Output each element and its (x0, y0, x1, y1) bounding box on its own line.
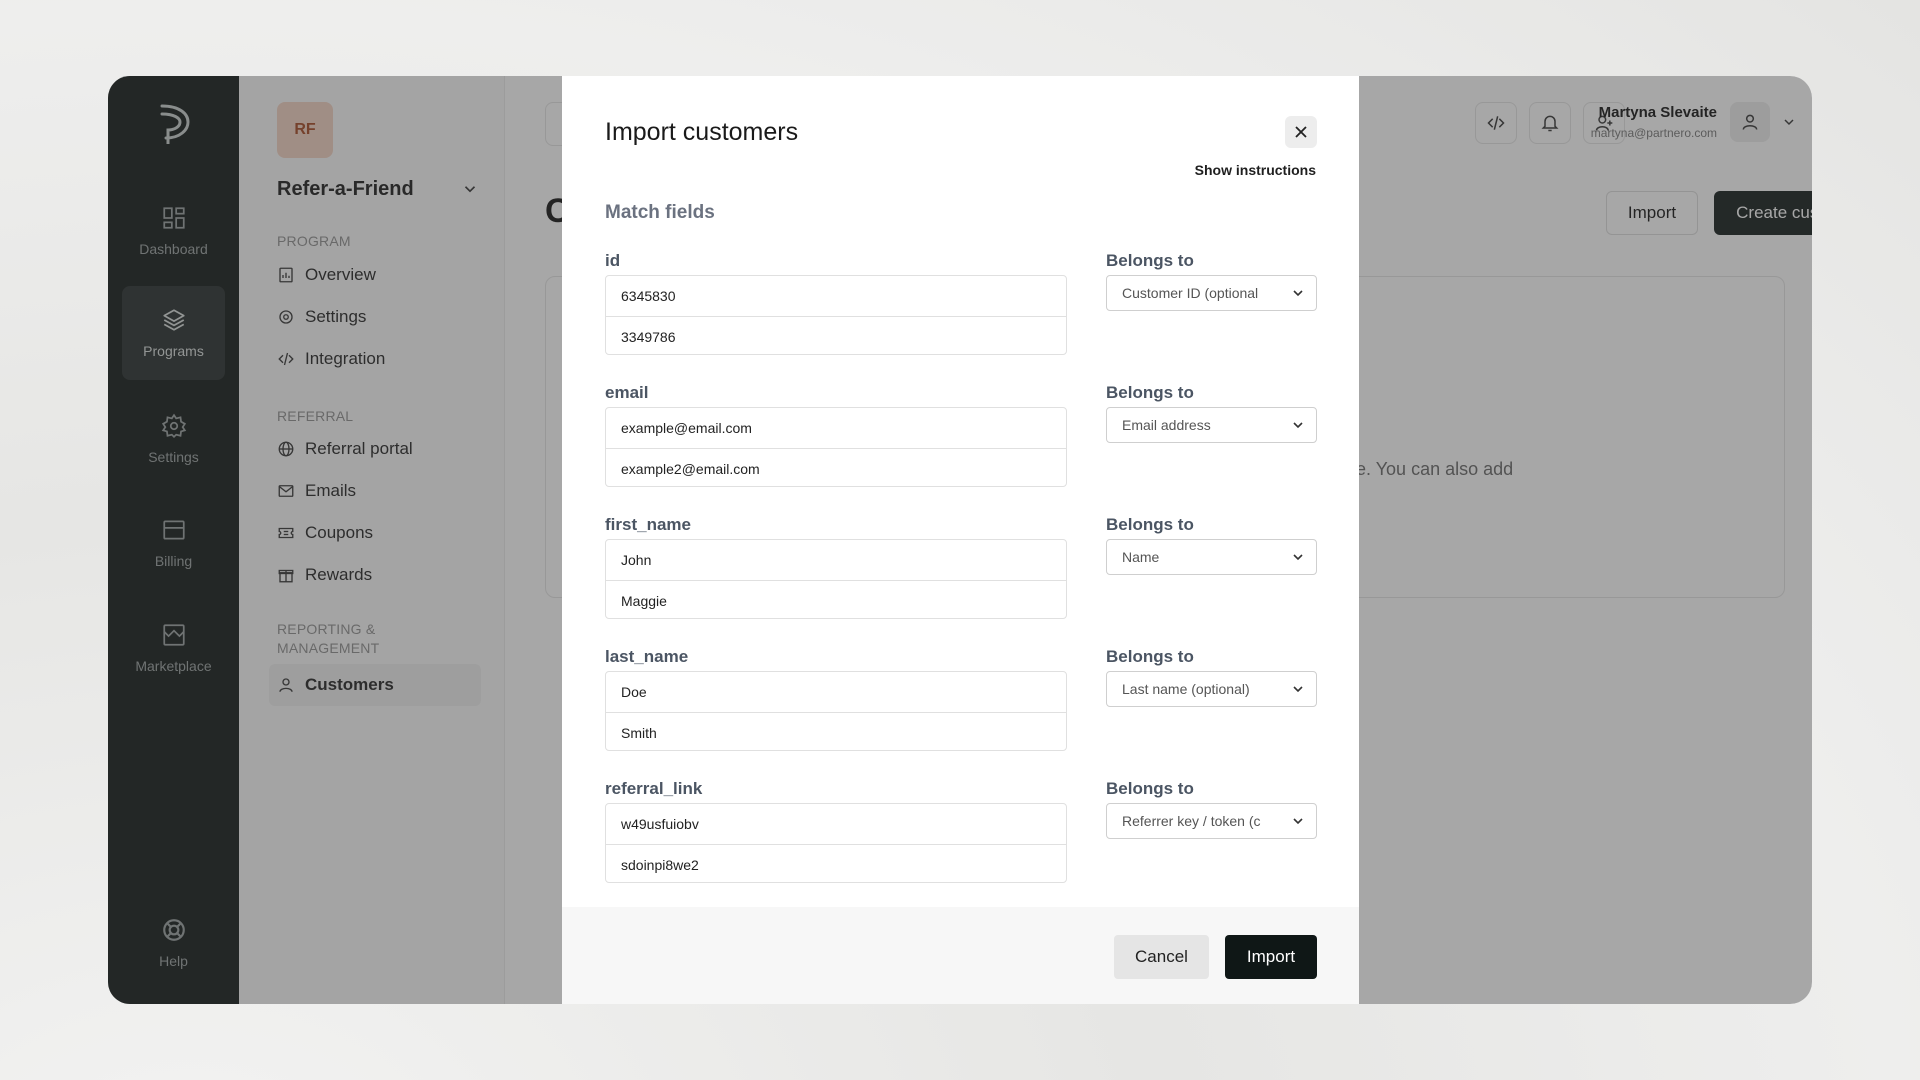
sample-value: Smith (606, 712, 1066, 752)
sample-value: example2@email.com (606, 448, 1066, 488)
chevron-down-icon (1293, 422, 1303, 429)
close-icon (1295, 126, 1307, 138)
field-label: id (605, 251, 621, 270)
modal-footer: Cancel Import (562, 907, 1359, 1004)
sample-value: Doe (621, 684, 647, 700)
field-label: referral_link (605, 779, 703, 798)
sample-value: w49usfuiobv (621, 816, 699, 832)
field-sample-values: example@email.com example2@email.com (605, 407, 1067, 487)
field-label: last_name (605, 647, 689, 666)
sample-value: example@email.com (621, 420, 752, 436)
show-instructions-link[interactable]: Show instructions (1195, 162, 1316, 178)
belongs-to-label: Belongs to (1106, 515, 1194, 534)
field-sample-values: w49usfuiobv sdoinpi8we2 (605, 803, 1067, 883)
field-mapping-last-name: last_name Doe Smith Belongs to Last name… (605, 647, 1317, 767)
belongs-to-label: Belongs to (1106, 251, 1194, 270)
field-label: first_name (605, 515, 691, 534)
sample-value: sdoinpi8we2 (606, 844, 1066, 884)
belongs-to-label: Belongs to (1106, 383, 1194, 402)
field-mapping-referral-link: referral_link w49usfuiobv sdoinpi8we2 Be… (605, 779, 1317, 899)
chevron-down-icon (1293, 290, 1303, 297)
belongs-to-select[interactable]: Last name (optional) (1106, 671, 1317, 707)
field-sample-values: Doe Smith (605, 671, 1067, 751)
sample-value: Maggie (606, 580, 1066, 620)
belongs-to-label: Belongs to (1106, 779, 1194, 798)
belongs-to-select[interactable]: Email address (1106, 407, 1317, 443)
belongs-to-select[interactable]: Referrer key / token (c (1106, 803, 1317, 839)
sample-value: 3349786 (606, 316, 1066, 356)
field-sample-values: 6345830 3349786 (605, 275, 1067, 355)
field-mapping-first-name: first_name John Maggie Belongs to Name (605, 515, 1317, 635)
field-sample-values: John Maggie (605, 539, 1067, 619)
field-mapping-id: id 6345830 3349786 Belongs to Customer I… (605, 251, 1317, 371)
close-button[interactable] (1285, 116, 1317, 148)
belongs-to-label: Belongs to (1106, 647, 1194, 666)
belongs-to-select[interactable]: Customer ID (optional (1106, 275, 1317, 311)
chevron-down-icon (1293, 554, 1303, 561)
match-fields-title: Match fields (605, 202, 715, 223)
sample-value: 6345830 (621, 288, 676, 304)
chevron-down-icon (1293, 818, 1303, 825)
field-label: email (605, 383, 649, 402)
field-mapping-email: email example@email.com example2@email.c… (605, 383, 1317, 503)
confirm-import-button[interactable]: Import (1225, 935, 1317, 979)
import-customers-modal: Import customers Show instructions Match… (562, 76, 1359, 1004)
belongs-to-select[interactable]: Name (1106, 539, 1317, 575)
modal-title: Import customers (605, 118, 799, 146)
sample-value: John (621, 552, 652, 568)
cancel-button[interactable]: Cancel (1114, 935, 1209, 979)
chevron-down-icon (1293, 686, 1303, 693)
